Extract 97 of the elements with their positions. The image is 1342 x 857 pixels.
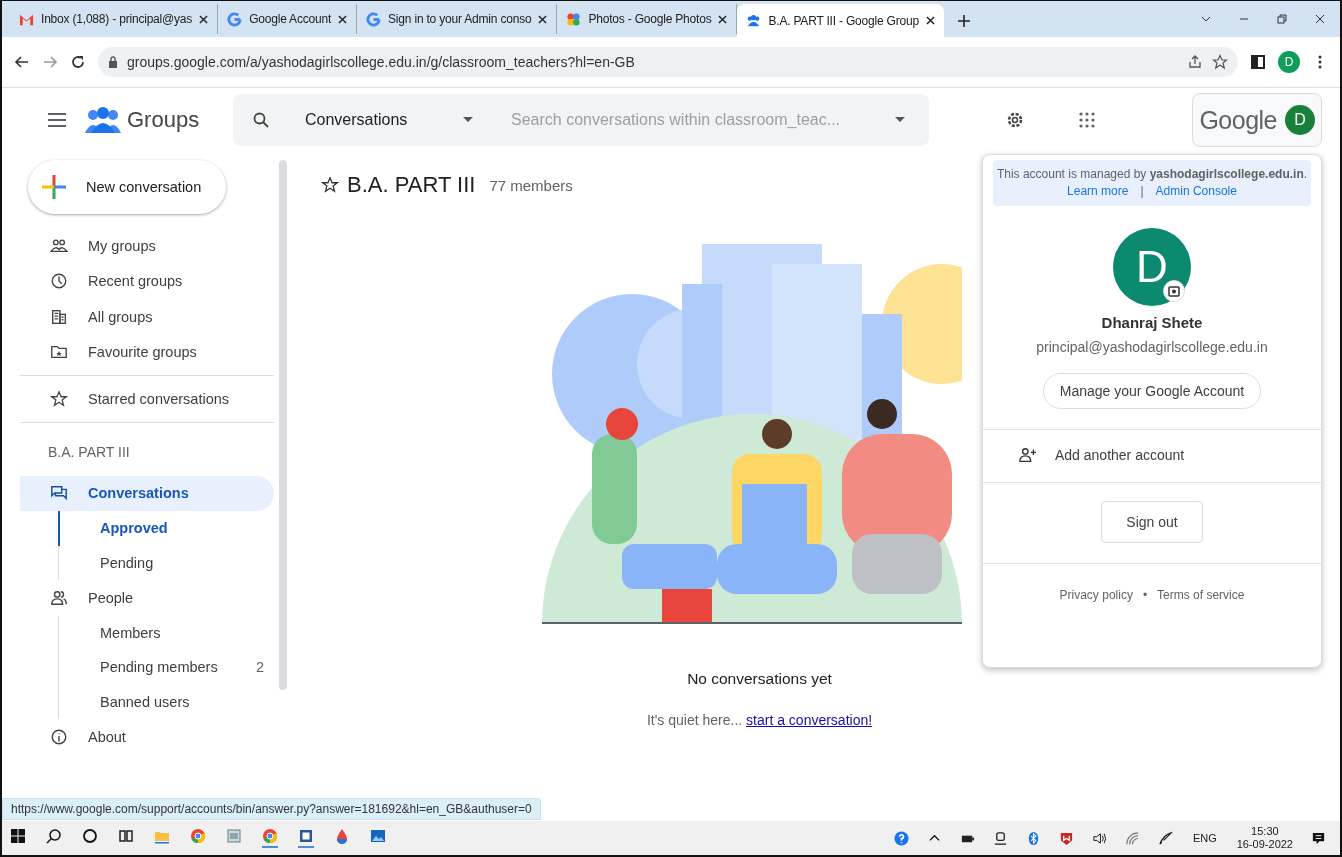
close-tab-icon[interactable] (718, 14, 728, 24)
share-icon[interactable] (1187, 54, 1203, 70)
caret-icon (463, 117, 474, 123)
sidebar-item[interactable]: Conversations (20, 475, 274, 511)
wifi-icon[interactable] (1124, 830, 1140, 846)
browser-tab[interactable]: Inbox (1,088) - principal@yas (10, 4, 219, 34)
sidebar-item[interactable]: Recent groups (20, 263, 274, 299)
add-person-icon (1019, 446, 1037, 464)
shield-icon[interactable] (1058, 830, 1074, 846)
manage-account-button[interactable]: Manage your Google Account (1042, 373, 1262, 409)
pending-count: 2 (255, 659, 264, 676)
app-title: Groups (127, 107, 201, 133)
close-tab-icon[interactable] (199, 14, 209, 24)
sidebar-item[interactable]: Starred conversations (20, 381, 274, 417)
scrollbar[interactable] (279, 160, 287, 690)
group-title: B.A. PART III (347, 172, 476, 198)
search-bar[interactable]: Conversations Search conversations within classroom_teac... (233, 94, 929, 146)
sidebar-item[interactable]: My groups (20, 228, 274, 264)
letter-logo-icon (227, 11, 243, 27)
search-scope-dropdown[interactable]: Conversations (305, 111, 509, 129)
star-icon (50, 389, 68, 408)
account-email: principal@yashodagirlscollege.edu.in (1036, 339, 1268, 355)
clock[interactable]: 15:30 16-09-2022 (1236, 825, 1293, 851)
brand-wordmark: Google (1199, 105, 1277, 135)
document-icon[interactable] (298, 828, 314, 848)
search-field[interactable]: Search conversations within classroom_teac... (509, 110, 895, 130)
time-text: 15:30 (1251, 825, 1279, 838)
star-icon[interactable] (321, 176, 339, 194)
add-account-item[interactable]: Add another account (983, 430, 1321, 464)
clock-icon (50, 272, 68, 291)
close-icon[interactable] (1314, 13, 1326, 25)
admin-console-link[interactable]: Admin Console (1155, 183, 1237, 200)
sidebar-item[interactable]: All groups (20, 299, 274, 335)
sidebar-item[interactable]: Favourite groups (20, 334, 274, 370)
browser-tab[interactable]: Google Account (218, 4, 358, 34)
url-text: groups.google.com/a/yashodagirlscollege.edu.in/g/classroom_teachers?hl=en-GB (127, 54, 636, 70)
lock-icon (108, 56, 118, 68)
search-icon (253, 112, 269, 128)
side-panel-icon[interactable] (1250, 54, 1266, 70)
member-count: 77 members (489, 176, 573, 194)
sidebar-item[interactable]: About (20, 719, 274, 755)
apps-grid-icon[interactable] (1079, 112, 1095, 128)
people-icon (746, 13, 762, 28)
menu-icon[interactable] (48, 113, 66, 127)
language-indicator[interactable]: ENG (1192, 832, 1217, 844)
letter-logo-icon (366, 11, 382, 27)
pen-icon[interactable] (1157, 830, 1173, 846)
people-icon (50, 588, 68, 607)
caret-icon[interactable] (895, 117, 905, 123)
status-url-bubble: https://www.google.com/support/accounts/bin/answer.py?answer=181692&hl=en_GB&authuser=0 (2, 798, 541, 820)
back-arrow-icon[interactable] (14, 54, 30, 70)
empty-state-title: No conversations yet (687, 670, 832, 688)
account-avatar: D (1113, 228, 1191, 306)
account-name: Dhanraj Shete (1101, 314, 1203, 331)
restore-icon[interactable] (1276, 13, 1288, 25)
browser-tab[interactable]: Sign in to your Admin conso (357, 4, 558, 34)
dot-separator: • (1142, 588, 1148, 602)
camera-icon[interactable] (1163, 280, 1185, 302)
sidebar-subitem[interactable]: Members (58, 615, 274, 650)
start-conversation-link[interactable]: start a conversation! (746, 712, 873, 728)
people-logo-icon (85, 107, 121, 133)
star-icon[interactable] (1212, 54, 1228, 70)
notification-icon[interactable] (1311, 830, 1326, 846)
reload-icon[interactable] (70, 54, 86, 70)
new-tab-icon[interactable] (957, 15, 970, 27)
close-tab-icon[interactable] (538, 14, 548, 24)
browser-icon[interactable] (262, 828, 278, 848)
sidebar-subitem[interactable]: Pending (58, 545, 274, 580)
forward-arrow-icon[interactable] (42, 54, 58, 70)
learn-more-link[interactable]: Learn more (1067, 183, 1129, 200)
sidebar-subitem[interactable]: Approved (58, 511, 274, 546)
address-bar[interactable]: groups.google.com/a/yashodagirlscollege.edu.in/g/classroom_teachers?hl=en-GB (98, 47, 1238, 77)
browser-tab[interactable]: B.A. PART III - Google Group (737, 4, 944, 37)
link-separator: | (1140, 183, 1144, 200)
managed-account-text: This account is managed by yashodagirlscollege.edu.in. (996, 167, 1308, 181)
info-icon (50, 727, 68, 746)
chat-icon (50, 484, 68, 503)
empty-state-text: It's quiet here... (646, 712, 743, 728)
date-text: 16-09-2022 (1236, 838, 1293, 851)
privacy-policy-link[interactable]: Privacy policy (1059, 588, 1133, 602)
speaker-icon[interactable] (1091, 830, 1107, 846)
building-icon (50, 307, 68, 326)
close-tab-icon[interactable] (925, 16, 935, 25)
account-switcher[interactable]: Google D (1192, 93, 1322, 147)
settings-icon[interactable] (1005, 110, 1025, 130)
plus-icon (42, 175, 66, 199)
account-avatar: D (1285, 105, 1315, 135)
group-name-heading: B.A. PART III (47, 442, 131, 462)
sidebar-item[interactable]: People (20, 580, 274, 616)
close-tab-icon[interactable] (338, 14, 348, 24)
sidebar-subitem[interactable]: Pending members 2 (58, 650, 274, 685)
sidebar-subitem[interactable]: Banned users (58, 684, 274, 719)
help-icon[interactable] (893, 830, 909, 846)
sign-out-button[interactable]: Sign out (1101, 501, 1203, 543)
profile-avatar[interactable]: D (1278, 51, 1300, 73)
terms-of-service-link[interactable]: Terms of service (1157, 588, 1245, 602)
new-conversation-button[interactable]: New conversation (28, 160, 226, 214)
